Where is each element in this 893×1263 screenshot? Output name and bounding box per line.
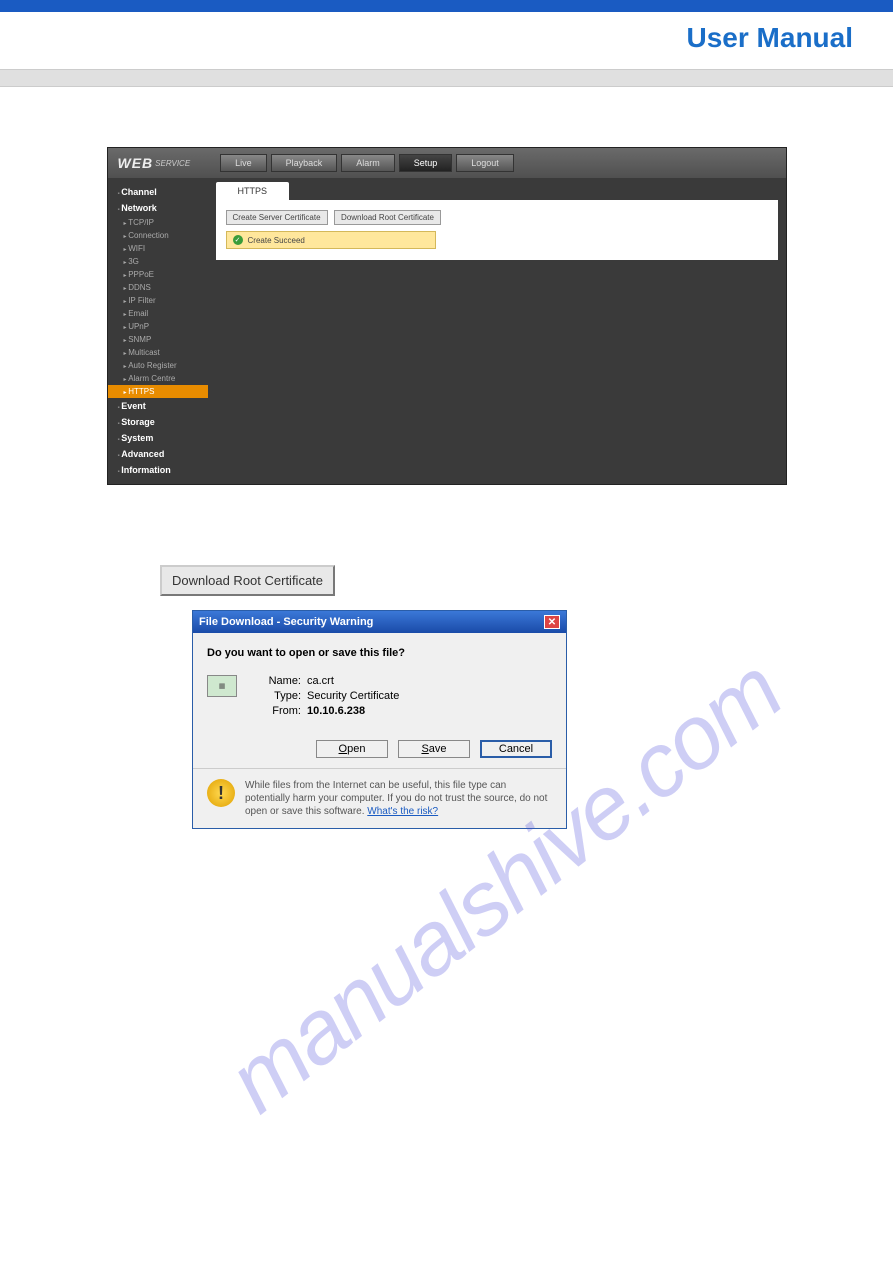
sidebar-item-wifi[interactable]: WIFI xyxy=(108,242,208,255)
sidebar-item-snmp[interactable]: SNMP xyxy=(108,333,208,346)
warning-icon: ! xyxy=(207,779,235,807)
main-panel: HTTPS Create Server Certificate Download… xyxy=(208,178,786,484)
app-header: WEB SERVICE Live Playback Alarm Setup Lo… xyxy=(108,148,786,178)
download-root-cert-button-small[interactable]: Download Root Certificate xyxy=(334,210,441,225)
sidebar-item-tcpip[interactable]: TCP/IP xyxy=(108,216,208,229)
sidebar-section-event[interactable]: Event xyxy=(108,398,208,414)
sidebar-section-channel[interactable]: Channel xyxy=(108,184,208,200)
sidebar-section-storage[interactable]: Storage xyxy=(108,414,208,430)
sidebar-item-connection[interactable]: Connection xyxy=(108,229,208,242)
sidebar-section-network[interactable]: Network xyxy=(108,200,208,216)
sidebar-section-advanced[interactable]: Advanced xyxy=(108,446,208,462)
content-area: WEB SERVICE Live Playback Alarm Setup Lo… xyxy=(0,87,893,829)
close-icon[interactable]: ✕ xyxy=(544,615,560,629)
info-grid: Name: ca.crt Type: Security Certificate … xyxy=(261,675,399,720)
dialog-title: File Download - Security Warning xyxy=(199,616,373,628)
cancel-button[interactable]: Cancel xyxy=(480,740,552,758)
nav-tab-playback[interactable]: Playback xyxy=(271,154,338,172)
nav-tab-setup[interactable]: Setup xyxy=(399,154,453,172)
success-text: Create Succeed xyxy=(248,236,305,245)
sidebar-item-alarmcentre[interactable]: Alarm Centre xyxy=(108,372,208,385)
app-logo-main: WEB xyxy=(118,155,154,171)
sidebar-item-3g[interactable]: 3G xyxy=(108,255,208,268)
sidebar-section-system[interactable]: System xyxy=(108,430,208,446)
dialog-question: Do you want to open or save this file? xyxy=(207,647,552,659)
file-download-dialog: File Download - Security Warning ✕ Do yo… xyxy=(192,610,567,829)
nav-tabs: Live Playback Alarm Setup Logout xyxy=(220,154,514,172)
panel-tabs: HTTPS xyxy=(208,178,786,200)
whats-the-risk-link[interactable]: What's the risk? xyxy=(367,806,438,817)
certificate-icon: ▦ xyxy=(207,675,237,697)
page-title: User Manual xyxy=(687,22,854,53)
info-row-type: Type: Security Certificate xyxy=(261,690,399,702)
sidebar-item-ipfilter[interactable]: IP Filter xyxy=(108,294,208,307)
from-label: From: xyxy=(261,705,301,717)
sidebar: Channel Network TCP/IP Connection WIFI 3… xyxy=(108,178,208,484)
open-button[interactable]: Open xyxy=(316,740,388,758)
app-logo-sub: SERVICE xyxy=(155,159,190,168)
sidebar-item-email[interactable]: Email xyxy=(108,307,208,320)
dialog-buttons: Open Save Cancel xyxy=(207,740,552,758)
sidebar-item-upnp[interactable]: UPnP xyxy=(108,320,208,333)
nav-tab-logout[interactable]: Logout xyxy=(456,154,514,172)
page-header: User Manual xyxy=(0,12,893,69)
sidebar-item-https[interactable]: HTTPS xyxy=(108,385,208,398)
type-label: Type: xyxy=(261,690,301,702)
sidebar-item-pppoe[interactable]: PPPoE xyxy=(108,268,208,281)
dialog-info: ▦ Name: ca.crt Type: Security Certificat… xyxy=(207,675,552,720)
sidebar-item-ddns[interactable]: DDNS xyxy=(108,281,208,294)
info-row-name: Name: ca.crt xyxy=(261,675,399,687)
app-body: Channel Network TCP/IP Connection WIFI 3… xyxy=(108,178,786,484)
save-button[interactable]: Save xyxy=(398,740,470,758)
from-value: 10.10.6.238 xyxy=(307,705,365,717)
success-icon: ✓ xyxy=(233,235,243,245)
name-value: ca.crt xyxy=(307,675,334,687)
sidebar-item-multicast[interactable]: Multicast xyxy=(108,346,208,359)
dialog-body: Do you want to open or save this file? ▦… xyxy=(193,633,566,768)
dialog-title-bar: File Download - Security Warning ✕ xyxy=(193,611,566,633)
name-label: Name: xyxy=(261,675,301,687)
panel-tab-https[interactable]: HTTPS xyxy=(216,182,290,200)
top-blue-bar xyxy=(0,0,893,12)
create-server-cert-button[interactable]: Create Server Certificate xyxy=(226,210,328,225)
web-service-app: WEB SERVICE Live Playback Alarm Setup Lo… xyxy=(107,147,787,485)
panel-content: Create Server Certificate Download Root … xyxy=(216,200,778,260)
info-row-from: From: 10.10.6.238 xyxy=(261,705,399,717)
type-value: Security Certificate xyxy=(307,690,399,702)
nav-tab-live[interactable]: Live xyxy=(220,154,267,172)
nav-tab-alarm[interactable]: Alarm xyxy=(341,154,395,172)
sidebar-section-information[interactable]: Information xyxy=(108,462,208,478)
below-app-area: manualshive.com Download Root Certificat… xyxy=(40,565,853,829)
success-message: ✓ Create Succeed xyxy=(226,231,436,249)
warning-text: While files from the Internet can be use… xyxy=(245,779,552,818)
sidebar-item-autoregister[interactable]: Auto Register xyxy=(108,359,208,372)
dialog-footer: ! While files from the Internet can be u… xyxy=(193,768,566,828)
gray-band xyxy=(0,69,893,87)
download-root-cert-button[interactable]: Download Root Certificate xyxy=(160,565,335,596)
